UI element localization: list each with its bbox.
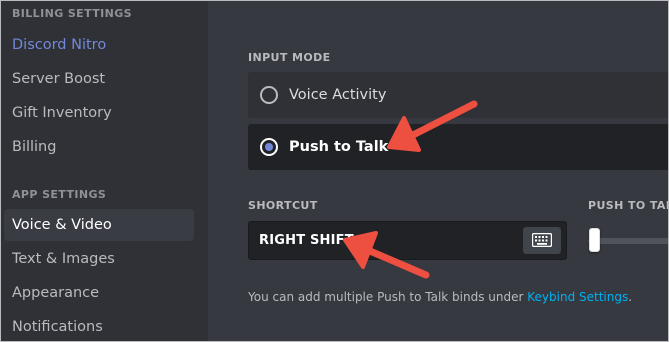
billing-settings-header: BILLING SETTINGS (12, 7, 132, 20)
input-mode-label: INPUT MODE (248, 51, 331, 64)
record-keybind-button[interactable] (523, 227, 561, 254)
radio-unchecked-icon (260, 86, 278, 104)
sidebar-item-billing[interactable]: Billing (4, 131, 194, 163)
keybind-help-text: You can add multiple Push to Talk binds … (248, 290, 632, 304)
sidebar-item-gift-inventory[interactable]: Gift Inventory (4, 97, 194, 129)
radio-voice-activity[interactable]: Voice Activity (248, 72, 668, 118)
app-settings-header: APP SETTINGS (12, 188, 107, 201)
shortcut-keybind-field[interactable]: RIGHT SHIFT (248, 221, 567, 260)
keybind-settings-link[interactable]: Keybind Settings (527, 290, 628, 304)
radio-push-to-talk[interactable]: Push to Talk (248, 124, 668, 170)
settings-sidebar: BILLING SETTINGS Discord Nitro Server Bo… (1, 1, 208, 341)
release-delay-slider-track[interactable] (588, 238, 668, 244)
sidebar-item-voice-video[interactable]: Voice & Video (4, 209, 194, 241)
keybind-help-message: You can add multiple Push to Talk binds … (248, 290, 528, 304)
radio-dot (265, 143, 273, 151)
shortcut-label: SHORTCUT (248, 199, 318, 212)
sidebar-item-server-boost[interactable]: Server Boost (4, 63, 194, 95)
keyboard-icon (532, 233, 552, 247)
sidebar-item-appearance[interactable]: Appearance (4, 277, 194, 309)
release-delay-label: PUSH TO TALK RELEASE DELAY (588, 199, 668, 212)
keybind-help-suffix: . (628, 290, 633, 304)
voice-settings-content: INPUT MODE Voice Activity Push to Talk S… (208, 1, 668, 341)
radio-push-to-talk-label: Push to Talk (289, 139, 389, 155)
shortcut-value: RIGHT SHIFT (259, 233, 354, 248)
sidebar-item-text-images[interactable]: Text & Images (4, 243, 194, 275)
radio-voice-activity-label: Voice Activity (289, 87, 387, 103)
sidebar-item-notifications[interactable]: Notifications (4, 311, 194, 341)
radio-checked-icon (260, 138, 278, 156)
release-delay-slider-handle[interactable] (589, 228, 600, 252)
discord-settings-window: BILLING SETTINGS Discord Nitro Server Bo… (0, 0, 669, 342)
sidebar-item-discord-nitro[interactable]: Discord Nitro (4, 29, 194, 61)
